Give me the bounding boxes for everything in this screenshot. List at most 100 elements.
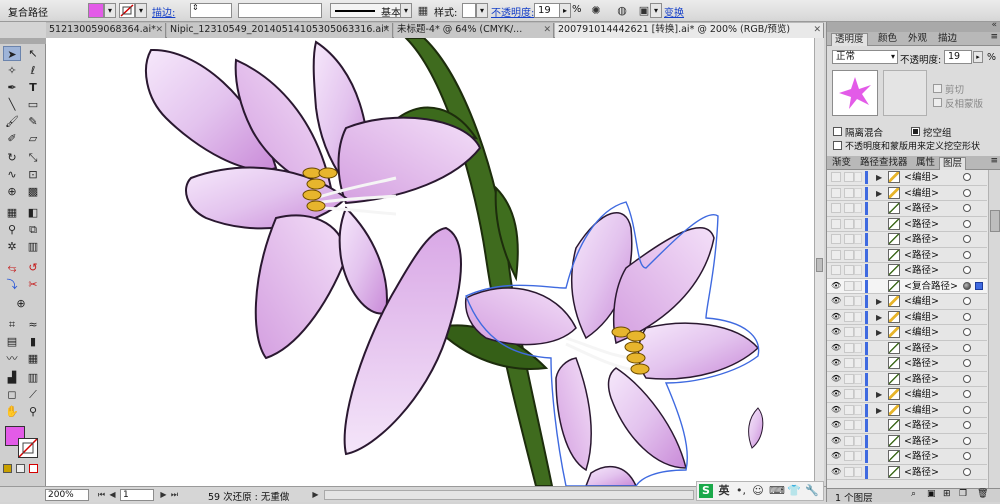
isolate-blending-checkbox[interactable] (833, 127, 842, 136)
target-circle-icon[interactable] (963, 343, 971, 352)
close-icon[interactable]: ✕ (382, 23, 390, 37)
lasso-tool-icon[interactable]: ℓ (24, 63, 42, 78)
layer-row[interactable]: 👁 ▶ <编组> (827, 325, 987, 341)
stroke-color-swatch[interactable] (18, 438, 38, 458)
layer-row[interactable]: 👁 <路径> (827, 465, 987, 480)
layer-row[interactable]: 👁 ▶ <编组> (827, 294, 987, 310)
opacity-slider-button[interactable]: ▸ (973, 51, 983, 63)
collapse-icon[interactable]: « (991, 20, 997, 30)
tab-appearance[interactable]: 外观 (905, 33, 930, 46)
scale-tool-icon[interactable]: ⤡ (24, 150, 42, 165)
template-toggle-icon[interactable] (854, 187, 862, 198)
fill-swatch[interactable] (88, 3, 104, 18)
visibility-eye-icon[interactable]: 👁 (831, 374, 841, 384)
visibility-eye-icon[interactable] (831, 172, 841, 182)
panel-menu-icon[interactable]: ≡ (990, 156, 998, 166)
lock-toggle-icon[interactable] (844, 420, 854, 430)
chart-type-tool-icon[interactable]: ▟ (3, 370, 21, 385)
template-toggle-icon[interactable] (854, 203, 862, 213)
layer-row[interactable]: 👁 <路径> (827, 449, 987, 465)
visibility-eye-icon[interactable] (831, 265, 841, 275)
stroke-tool-icon[interactable]: 〰 (3, 351, 21, 366)
layer-row[interactable]: 👁 ▶ <编组> (827, 310, 987, 325)
expand-arrow-icon[interactable]: ▶ (876, 326, 882, 339)
expand-arrow-icon[interactable]: ▶ (876, 295, 882, 308)
visibility-eye-icon[interactable] (831, 203, 841, 213)
template-toggle-icon[interactable] (854, 404, 862, 415)
lock-toggle-icon[interactable] (844, 451, 854, 461)
column-graph-tool-icon[interactable]: ▥ (24, 239, 42, 254)
target-circle-icon[interactable] (963, 250, 971, 259)
expand-arrow-icon[interactable]: ▶ (876, 311, 882, 324)
tab-transparency[interactable]: 透明度 (831, 33, 868, 46)
stroke-link[interactable]: 描边: (152, 4, 175, 19)
page-input[interactable]: 1 (120, 489, 154, 501)
rectangle-tool-icon[interactable]: ▭ (24, 97, 42, 112)
opacity-input[interactable]: 19 (534, 3, 560, 18)
scroll-thumb[interactable] (990, 210, 1000, 232)
lock-toggle-icon[interactable] (844, 218, 854, 229)
stroke-dropdown[interactable]: ▾ (135, 3, 147, 18)
slice-tool-icon[interactable]: ⟋ (24, 387, 42, 402)
clip-checkbox[interactable] (933, 84, 942, 93)
template-toggle-icon[interactable] (854, 389, 862, 399)
gradient-tool-icon[interactable]: ◧ (24, 205, 42, 220)
target-circle-icon[interactable] (963, 173, 971, 181)
gradient-mode-icon[interactable] (16, 464, 25, 473)
punctuation-icon[interactable]: •, (734, 484, 748, 498)
skin-icon[interactable]: 👕 (787, 484, 801, 498)
recolor-artwork-icon[interactable]: ✺ (588, 3, 604, 19)
new-layer-icon[interactable]: ❐ (959, 489, 967, 499)
visibility-eye-icon[interactable]: 👁 (831, 436, 841, 446)
chart-tool-icon[interactable]: ▮ (24, 334, 42, 349)
visibility-eye-icon[interactable]: 👁 (831, 467, 841, 477)
none-mode-icon[interactable] (29, 464, 38, 473)
visibility-eye-icon[interactable] (831, 218, 841, 229)
lock-toggle-icon[interactable] (844, 342, 854, 353)
close-icon[interactable]: ✕ (813, 23, 821, 37)
tab-attributes[interactable]: 属性 (913, 157, 938, 170)
opacity-dropdown[interactable]: ▸ (559, 3, 571, 18)
close-icon[interactable]: ✕ (543, 23, 551, 37)
anchor-point-tool-icon[interactable]: ⤵ (3, 277, 21, 292)
visibility-eye-icon[interactable]: 👁 (831, 451, 841, 461)
visibility-eye-icon[interactable]: 👁 (831, 420, 841, 430)
grid-tool-icon[interactable]: ▤ (3, 334, 21, 349)
target-circle-icon[interactable] (963, 266, 971, 274)
type-tool-icon[interactable]: T (24, 80, 42, 95)
target-circle-icon[interactable] (963, 359, 971, 367)
paintbrush-tool-icon[interactable]: 🖌 (3, 114, 21, 129)
layer-row[interactable]: ▶ <编组> (827, 170, 987, 186)
brush-definition-select[interactable]: 基本 (330, 3, 410, 19)
first-page-icon[interactable]: ⏮ (96, 489, 107, 501)
layer-row[interactable]: 👁 <路径> (827, 434, 987, 449)
scissors-tool-icon[interactable]: ✂ (24, 277, 42, 292)
target-circle-icon[interactable] (963, 374, 971, 383)
next-page-icon[interactable]: ▶ (158, 489, 169, 501)
stroke-swatch[interactable] (119, 3, 135, 18)
template-toggle-icon[interactable] (854, 265, 862, 275)
fill-dropdown[interactable]: ▾ (104, 3, 116, 18)
tools-icon[interactable]: 🔧 (805, 484, 819, 498)
stroke-weight-input[interactable]: ⇕ (190, 3, 232, 18)
lock-toggle-icon[interactable] (844, 389, 854, 399)
target-circle-icon[interactable] (963, 467, 971, 476)
visibility-eye-icon[interactable]: 👁 (831, 389, 841, 399)
lock-toggle-icon[interactable] (844, 311, 854, 322)
tab-pathfinder[interactable]: 路径查找器 (857, 157, 911, 170)
target-circle-icon[interactable] (963, 235, 971, 243)
layer-row[interactable]: <路径> (827, 217, 987, 232)
invert-mask-checkbox[interactable] (933, 98, 942, 107)
graphic-style-icon[interactable]: ▦ (415, 3, 431, 19)
selection-indicator-icon[interactable] (975, 281, 983, 290)
opacity-link[interactable]: 不透明度: (491, 4, 534, 19)
template-toggle-icon[interactable] (854, 172, 862, 182)
tab-stroke[interactable]: 描边 (935, 33, 960, 46)
lock-toggle-icon[interactable] (844, 234, 854, 244)
hand-tool-icon[interactable]: ✋ (3, 404, 21, 419)
template-toggle-icon[interactable] (854, 327, 862, 337)
sogou-logo-icon[interactable]: S (699, 484, 713, 498)
direct-selection-tool-icon[interactable]: ↖ (24, 46, 42, 61)
shape-builder-tool-icon[interactable]: ⊕ (3, 184, 21, 199)
lock-toggle-icon[interactable] (844, 203, 854, 213)
